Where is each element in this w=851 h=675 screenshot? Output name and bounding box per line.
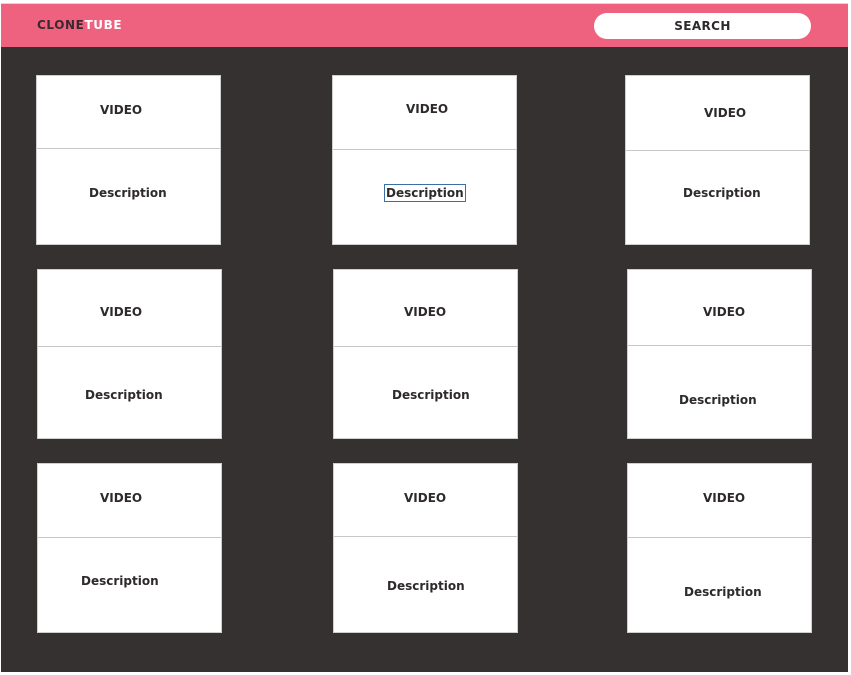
description-label: Description: [81, 574, 159, 588]
video-card[interactable]: VIDEO Description: [333, 269, 518, 439]
description-label: Description: [683, 186, 761, 200]
video-placeholder[interactable]: VIDEO: [626, 76, 809, 151]
video-card[interactable]: VIDEO Description: [625, 75, 810, 245]
video-placeholder[interactable]: VIDEO: [628, 464, 811, 538]
video-placeholder[interactable]: VIDEO: [334, 270, 517, 347]
video-label: VIDEO: [100, 305, 143, 319]
video-label: VIDEO: [404, 305, 447, 319]
video-label: VIDEO: [703, 305, 746, 319]
video-label: VIDEO: [404, 491, 447, 505]
video-placeholder[interactable]: VIDEO: [37, 76, 220, 149]
logo-clone-text: CLONE: [37, 18, 85, 32]
video-card[interactable]: VIDEO Description: [627, 463, 812, 633]
video-card[interactable]: VIDEO Description: [37, 269, 222, 439]
description-area: Description: [628, 346, 811, 442]
description-area: Description: [37, 149, 220, 245]
description-area: Description: [334, 537, 517, 633]
video-card[interactable]: VIDEO Description: [37, 463, 222, 633]
video-label: VIDEO: [406, 102, 449, 116]
description-area: Description: [626, 151, 809, 247]
description-label: Description: [384, 184, 466, 202]
video-card[interactable]: VIDEO Description: [627, 269, 812, 439]
video-label: VIDEO: [100, 491, 143, 505]
video-card[interactable]: VIDEO Description: [333, 463, 518, 633]
video-placeholder[interactable]: VIDEO: [628, 270, 811, 346]
app-frame: CLONETUBE SEARCH VIDEO Description VIDEO…: [1, 3, 848, 672]
description-label: Description: [679, 393, 757, 407]
top-bar: CLONETUBE SEARCH: [1, 4, 848, 47]
video-label: VIDEO: [100, 103, 143, 117]
description-label: Description: [85, 388, 163, 402]
video-placeholder[interactable]: VIDEO: [38, 464, 221, 538]
description-area: Description: [38, 538, 221, 634]
description-area: Description: [38, 347, 221, 443]
video-placeholder[interactable]: VIDEO: [38, 270, 221, 347]
search-button[interactable]: SEARCH: [594, 13, 811, 39]
description-label: Description: [387, 579, 465, 593]
video-placeholder[interactable]: VIDEO: [334, 464, 517, 537]
video-label: VIDEO: [704, 106, 747, 120]
logo-tube-text: TUBE: [84, 18, 123, 32]
video-label: VIDEO: [703, 491, 746, 505]
description-area: Description: [333, 150, 516, 246]
video-placeholder[interactable]: VIDEO: [333, 76, 516, 150]
logo[interactable]: CLONETUBE: [37, 18, 122, 32]
description-label: Description: [89, 186, 167, 200]
description-area: Description: [628, 538, 811, 634]
video-card[interactable]: VIDEO Description: [332, 75, 517, 245]
description-label: Description: [684, 585, 762, 599]
description-label: Description: [392, 388, 470, 402]
description-area: Description: [334, 347, 517, 443]
video-card[interactable]: VIDEO Description: [36, 75, 221, 245]
